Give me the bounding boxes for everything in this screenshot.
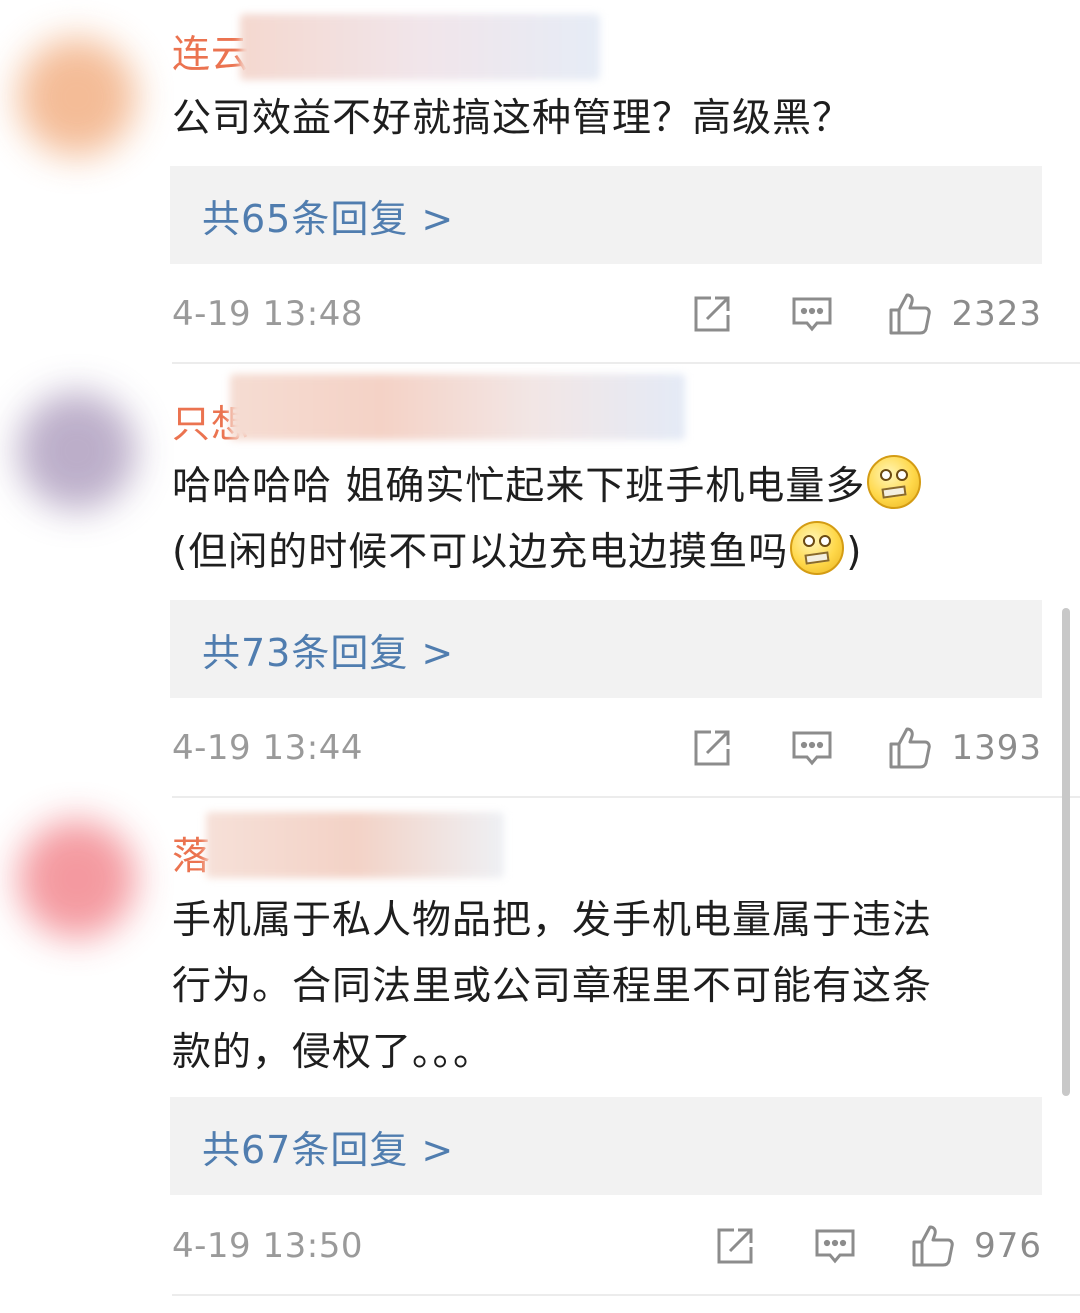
username-blur xyxy=(240,14,600,80)
comment-line-text: 哈哈哈哈 姐确实忙起来下班手机电量多 xyxy=(172,464,866,509)
comment-icon[interactable] xyxy=(789,725,835,771)
like-button[interactable]: 976 xyxy=(910,1223,1042,1269)
weibo-comments-page: 连云 公司效益不好就搞这种管理？高级黑？ 共65条回复 > 4-19 13:48 xyxy=(0,0,1080,1313)
comment-line: (但闲的时候不可以边充电边摸鱼吗) xyxy=(172,520,1052,586)
avatar[interactable] xyxy=(18,38,136,156)
scrollbar[interactable] xyxy=(1062,608,1070,1096)
comment-line: 公司效益不好就搞这种管理？高级黑？ xyxy=(172,96,853,141)
comment-icon[interactable] xyxy=(789,291,835,337)
share-icon[interactable] xyxy=(689,291,735,337)
replies-box[interactable]: 共73条回复 > xyxy=(170,600,1042,698)
comment-text: 手机属于私人物品把，发手机电量属于违法 行为。合同法里或公司章程里不可能有这条 … xyxy=(172,888,1052,1086)
like-count: 1393 xyxy=(951,728,1042,768)
timestamp: 4-19 13:48 xyxy=(172,294,363,334)
replies-box[interactable]: 共67条回复 > xyxy=(170,1097,1042,1195)
comment-text: 哈哈哈哈 姐确实忙起来下班手机电量多 (但闲的时候不可以边充电边摸鱼吗) xyxy=(172,454,1052,586)
replies-link[interactable]: 共67条回复 > xyxy=(202,1119,454,1174)
comment-line: 款的，侵权了。。。 xyxy=(172,1030,494,1075)
like-button[interactable]: 1393 xyxy=(887,725,1042,771)
divider xyxy=(172,796,1080,798)
thumbs-up-icon[interactable] xyxy=(910,1223,956,1269)
action-bar: 2323 xyxy=(689,291,1042,337)
action-bar: 1393 xyxy=(689,725,1042,771)
like-count: 976 xyxy=(974,1226,1042,1266)
replies-link[interactable]: 共65条回复 > xyxy=(202,188,454,243)
divider xyxy=(172,1294,1080,1296)
username-blur xyxy=(206,812,504,878)
timestamp: 4-19 13:44 xyxy=(172,728,363,768)
thumbs-up-icon[interactable] xyxy=(887,291,933,337)
action-bar: 976 xyxy=(712,1223,1042,1269)
divider xyxy=(172,362,1080,364)
username-blur xyxy=(230,374,685,440)
comment-icon[interactable] xyxy=(812,1223,858,1269)
username-row: 连云 xyxy=(172,20,250,80)
meta-row: 4-19 13:50 976 xyxy=(172,1216,1042,1276)
comment-text: 公司效益不好就搞这种管理？高级黑？ xyxy=(172,86,1052,152)
silent-emoji xyxy=(790,521,845,575)
comment-line: 行为。合同法里或公司章程里不可能有这条 xyxy=(172,964,933,1009)
comment-line: 手机属于私人物品把，发手机电量属于违法 xyxy=(172,898,933,943)
silent-emoji xyxy=(867,455,922,509)
replies-box[interactable]: 共65条回复 > xyxy=(170,166,1042,264)
username[interactable]: 连云 xyxy=(172,23,250,78)
comment-line-text: ) xyxy=(846,530,863,575)
comment-line: 哈哈哈哈 姐确实忙起来下班手机电量多 xyxy=(172,454,1052,520)
avatar[interactable] xyxy=(18,820,136,938)
thumbs-up-icon[interactable] xyxy=(887,725,933,771)
like-button[interactable]: 2323 xyxy=(887,291,1042,337)
meta-row: 4-19 13:48 2323 xyxy=(172,284,1042,344)
share-icon[interactable] xyxy=(689,725,735,771)
timestamp: 4-19 13:50 xyxy=(172,1226,363,1266)
comment-line-text: (但闲的时候不可以边充电边摸鱼吗 xyxy=(172,530,789,575)
replies-link[interactable]: 共73条回复 > xyxy=(202,622,454,677)
meta-row: 4-19 13:44 1393 xyxy=(172,718,1042,778)
like-count: 2323 xyxy=(951,294,1042,334)
avatar[interactable] xyxy=(18,392,136,510)
share-icon[interactable] xyxy=(712,1223,758,1269)
